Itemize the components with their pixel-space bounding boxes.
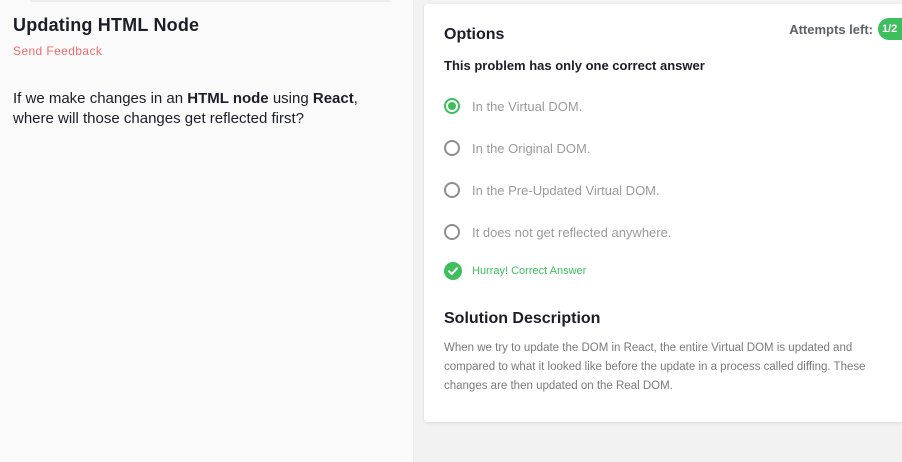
radio-button[interactable] <box>444 140 460 156</box>
question-keyword-html-node: HTML node <box>187 90 269 107</box>
option-label: In the Pre-Updated Virtual DOM. <box>472 182 660 198</box>
answer-instruction: This problem has only one correct answer <box>444 58 705 73</box>
radio-button[interactable] <box>444 182 460 198</box>
question-panel: Updating HTML Node Send Feedback If we m… <box>0 0 414 462</box>
check-circle-icon <box>444 262 462 280</box>
send-feedback-link[interactable]: Send Feedback <box>13 44 102 58</box>
answer-result: Hurray! Correct Answer <box>444 262 586 280</box>
attempts-label: Attempts left: <box>789 21 873 37</box>
option-label: It does not get reflected anywhere. <box>472 224 672 240</box>
problem-title: Updating HTML Node <box>13 15 200 35</box>
radio-button[interactable] <box>444 224 460 240</box>
top-divider <box>30 0 390 2</box>
radio-button[interactable] <box>444 98 460 114</box>
option-label: In the Original DOM. <box>472 140 591 156</box>
option-label: In the Virtual DOM. <box>472 98 583 114</box>
solution-title: Solution Description <box>444 310 601 327</box>
options-title: Options <box>444 26 505 43</box>
options-card: Options Attempts left: 1/2 This problem … <box>424 4 902 422</box>
solution-description: When we try to update the DOM in React, … <box>444 342 866 392</box>
attempts-indicator: Attempts left: 1/2 <box>789 18 902 40</box>
option-original-dom[interactable]: In the Original DOM. <box>444 137 591 159</box>
attempts-badge: 1/2 <box>878 18 902 40</box>
question-text: If we make changes in an HTML node using… <box>13 89 398 129</box>
question-text-part: using <box>268 90 313 107</box>
option-not-reflected[interactable]: It does not get reflected anywhere. <box>444 221 671 243</box>
question-text-part: If we make changes in an <box>13 90 188 107</box>
result-message: Hurray! Correct Answer <box>472 265 587 277</box>
option-pre-updated-virtual-dom[interactable]: In the Pre-Updated Virtual DOM. <box>444 179 660 201</box>
question-keyword-react: React <box>312 90 354 107</box>
option-virtual-dom[interactable]: In the Virtual DOM. <box>444 95 582 117</box>
